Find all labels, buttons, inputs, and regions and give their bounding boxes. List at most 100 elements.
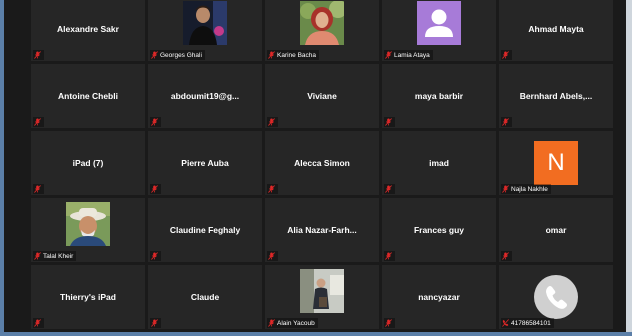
mic-muted-icon [268, 319, 275, 327]
participant-label [33, 50, 44, 60]
participant-tile[interactable]: Georges Ghali [148, 0, 262, 61]
participant-tile[interactable]: 41786584101 [499, 265, 613, 329]
mic-muted-icon [151, 185, 158, 193]
participant-label [150, 184, 161, 194]
participant-tile[interactable]: Alecca Simon [265, 131, 379, 195]
participant-name: omar [545, 225, 567, 235]
participant-tile[interactable]: Pierre Auba [148, 131, 262, 195]
participant-label-text: Talal Kheir [43, 252, 74, 260]
participant-tile[interactable]: Karine Bacha [265, 0, 379, 61]
participant-tile[interactable]: Talal Kheir [31, 198, 145, 262]
participant-label [150, 117, 161, 127]
participant-tile[interactable]: Claude [148, 265, 262, 329]
participant-tile[interactable]: nancyazar [382, 265, 496, 329]
mic-muted-icon [268, 51, 275, 59]
participant-name: imad [429, 158, 449, 168]
gallery-view-window: Alexandre Sakr Georges Ghali Karine Bach… [0, 0, 632, 336]
participant-name: maya barbir [414, 91, 464, 101]
participant-name: Bernhard Abels,... [519, 91, 593, 101]
participant-tile[interactable]: Claudine Feghaly [148, 198, 262, 262]
participant-name: Alecca Simon [294, 158, 350, 168]
participant-label [384, 184, 395, 194]
participant-tile[interactable]: Viviane [265, 64, 379, 128]
mic-muted-icon [502, 252, 509, 260]
participant-name: Claudine Feghaly [169, 225, 241, 235]
participant-label [33, 318, 44, 328]
participant-label [267, 184, 278, 194]
participant-label [150, 251, 161, 261]
mic-muted-icon [151, 319, 158, 327]
mic-muted-icon [268, 185, 275, 193]
participant-label: Talal Kheir [33, 251, 77, 261]
participant-tile[interactable]: Antoine Chebli [31, 64, 145, 128]
participant-label-text: Lamia Ataya [394, 51, 430, 59]
participant-tile[interactable]: Alia Nazar-Farh... [265, 198, 379, 262]
participant-tile[interactable]: Bernhard Abels,... [499, 64, 613, 128]
participant-label: Karine Bacha [267, 50, 320, 60]
mic-muted-icon [151, 118, 158, 126]
person-silhouette-icon [417, 1, 461, 45]
mic-muted-icon [34, 118, 41, 126]
participant-tile[interactable]: iPad (7) [31, 131, 145, 195]
participant-name: Antoine Chebli [58, 91, 118, 101]
participant-tile[interactable]: Alexandre Sakr [31, 0, 145, 61]
phone-avatar [534, 275, 578, 319]
participant-label-text: Georges Ghali [160, 51, 202, 59]
mic-muted-icon [385, 51, 392, 59]
window-edge-left [0, 0, 4, 336]
participant-tile[interactable]: Thierry's iPad [31, 265, 145, 329]
participant-label: Najla Nakhle [501, 184, 551, 194]
participant-tile[interactable]: abdoumit19@g... [148, 64, 262, 128]
participant-tile[interactable]: N Najla Nakhle [499, 131, 613, 195]
participant-name: Alia Nazar-Farh... [287, 225, 357, 235]
participant-label [501, 117, 512, 127]
mic-muted-icon [34, 319, 41, 327]
mic-muted-icon [502, 51, 509, 59]
window-edge-right [626, 0, 632, 336]
participant-photo [183, 1, 227, 45]
participant-tile[interactable]: Lamia Ataya [382, 0, 496, 61]
participant-label [267, 117, 278, 127]
participant-label-text: Alain Yacoub [277, 319, 315, 327]
participant-name: Claude [190, 292, 220, 302]
participant-grid: Alexandre Sakr Georges Ghali Karine Bach… [31, 0, 613, 329]
phone-icon [502, 319, 509, 327]
participant-tile[interactable]: omar [499, 198, 613, 262]
participant-label [384, 117, 395, 127]
participant-name: iPad (7) [72, 158, 104, 168]
participant-photo [66, 202, 110, 246]
mic-muted-icon [34, 51, 41, 59]
mic-muted-icon [502, 185, 509, 193]
phone-icon [546, 286, 567, 309]
participant-label [384, 318, 395, 328]
participant-photo [300, 1, 344, 45]
participant-label-text: Najla Nakhle [511, 185, 548, 193]
mic-muted-icon [385, 118, 392, 126]
participant-tile[interactable]: maya barbir [382, 64, 496, 128]
participant-label [150, 318, 161, 328]
participant-photo [300, 269, 344, 313]
participant-label-text: Karine Bacha [277, 51, 317, 59]
participant-name: Thierry's iPad [60, 292, 116, 302]
mic-muted-icon [268, 118, 275, 126]
mic-muted-icon [151, 51, 158, 59]
participant-tile[interactable]: Frances guy [382, 198, 496, 262]
window-edge-bottom [0, 332, 632, 336]
participant-tile[interactable]: Alain Yacoub [265, 265, 379, 329]
participant-name: abdoumit19@g... [170, 91, 240, 101]
participant-tile[interactable]: Ahmad Mayta [499, 0, 613, 61]
participant-name: Viviane [307, 91, 337, 101]
participant-label-text: 41786584101 [511, 319, 551, 327]
participant-label [501, 251, 512, 261]
participant-label: Lamia Ataya [384, 50, 433, 60]
participant-name: Frances guy [413, 225, 465, 235]
mic-muted-icon [385, 185, 392, 193]
mic-muted-icon [385, 319, 392, 327]
participant-tile[interactable]: imad [382, 131, 496, 195]
mic-muted-icon [385, 252, 392, 260]
mic-muted-icon [34, 185, 41, 193]
participant-label: Alain Yacoub [267, 318, 318, 328]
participant-name: nancyazar [418, 292, 460, 302]
participant-label: 41786584101 [501, 318, 554, 328]
participant-label [33, 184, 44, 194]
